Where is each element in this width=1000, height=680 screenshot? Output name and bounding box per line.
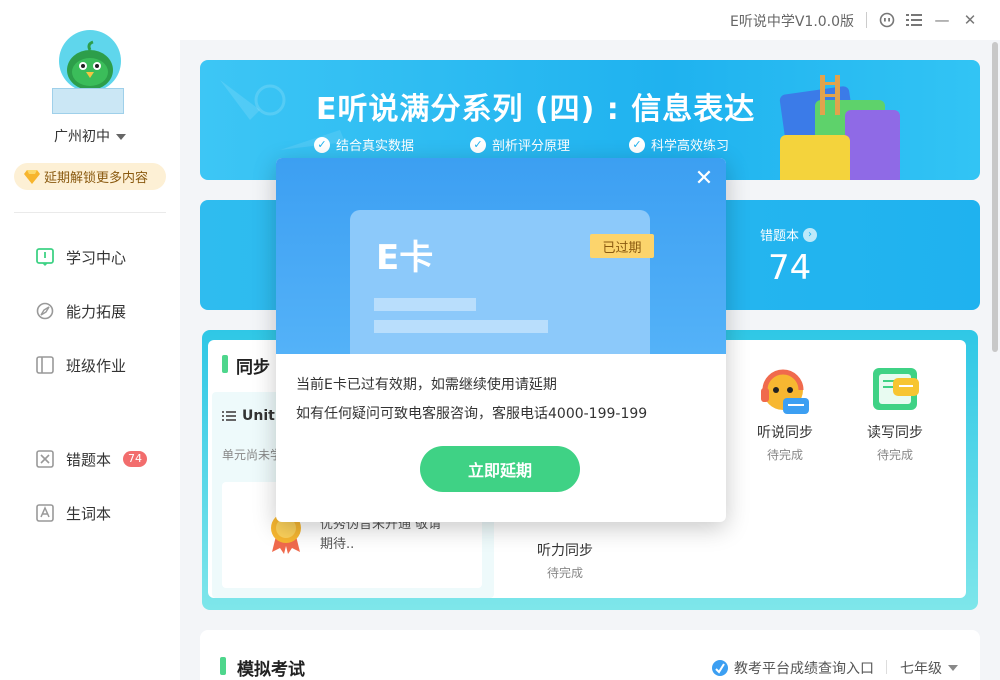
- dialog-message-line2: 如有任何疑问可致电客服咨询，客服电话4000-199-199: [296, 406, 648, 422]
- expired-tag: 已过期: [590, 234, 654, 258]
- ecard-title: E卡: [376, 238, 434, 278]
- dialog-close-icon[interactable]: ✕: [692, 166, 716, 191]
- card-line: [374, 320, 548, 333]
- dialog-header: E卡 已过期 ✕: [276, 158, 726, 354]
- extend-now-button[interactable]: 立即延期: [420, 446, 580, 492]
- dialog-message-line1: 当前E卡已过有效期，如需继续使用请延期: [296, 377, 557, 393]
- ecard-graphic: E卡 已过期: [350, 210, 654, 354]
- ecard-expired-dialog: E卡 已过期 ✕ 当前E卡已过有效期，如需继续使用请延期 如有任何疑问可致电客服…: [276, 158, 726, 522]
- card-line: [374, 298, 476, 311]
